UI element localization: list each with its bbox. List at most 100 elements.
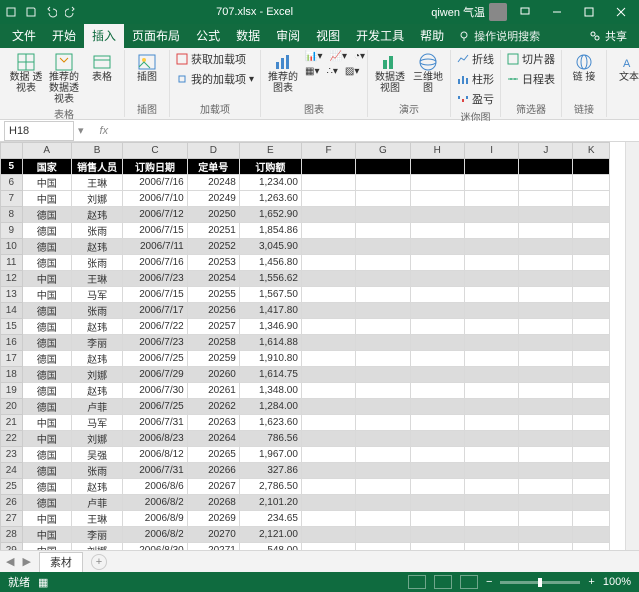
status-bar: 就绪 ▦ − + 100%	[0, 572, 639, 592]
svg-text:A: A	[623, 58, 631, 70]
formula-bar: H18 ▾ fx	[0, 120, 639, 142]
group-addins: 获取加载项 我的加载项 ▾ 加载项	[170, 50, 261, 117]
table-row[interactable]: 23德国吴强2006/8/12202651,967.00	[1, 447, 610, 463]
sparkline-column-button[interactable]: 柱形	[455, 70, 496, 88]
table-row[interactable]: 28中国李丽2006/8/2202702,121.00	[1, 527, 610, 543]
status-ready: 就绪	[8, 574, 30, 590]
menu-帮助[interactable]: 帮助	[412, 24, 452, 48]
view-normal-button[interactable]	[408, 575, 426, 589]
table-row[interactable]: 24德国张雨2006/7/3120266327.86	[1, 463, 610, 479]
zoom-level[interactable]: 100%	[603, 576, 631, 588]
table-row[interactable]: 20德国卢菲2006/7/25202621,284.00	[1, 399, 610, 415]
surface-chart-icon[interactable]: ▨▾	[343, 65, 361, 78]
menu-页面布局[interactable]: 页面布局	[124, 24, 188, 48]
table-row[interactable]: 8德国赵玮2006/7/12202501,652.90	[1, 207, 610, 223]
name-box-dropdown-icon[interactable]: ▾	[78, 124, 84, 137]
lightbulb-icon	[458, 30, 470, 42]
timeline-button[interactable]: 日程表	[505, 70, 557, 88]
table-row[interactable]: 17德国赵玮2006/7/25202591,910.80	[1, 351, 610, 367]
zoom-slider[interactable]	[500, 581, 580, 584]
table-row[interactable]: 9德国张雨2006/7/15202511,854.86	[1, 223, 610, 239]
table-row[interactable]: 26德国卢菲2006/8/2202682,101.20	[1, 495, 610, 511]
user-avatar[interactable]	[489, 3, 507, 21]
table-row[interactable]: 12中国王琳2006/7/23202541,556.62	[1, 271, 610, 287]
group-links: 链 接 链接	[562, 50, 607, 117]
vertical-scrollbar[interactable]	[625, 142, 639, 550]
ribbon-display-icon[interactable]	[511, 4, 539, 20]
undo-icon[interactable]	[44, 5, 58, 19]
sheet-tab-active[interactable]: 素材	[39, 552, 83, 572]
tab-nav-prev[interactable]: ◀	[6, 555, 14, 568]
window-title: 707.xlsx - Excel	[78, 6, 431, 18]
table-row[interactable]: 15德国赵玮2006/7/22202571,346.90	[1, 319, 610, 335]
link-button[interactable]: 链 接	[566, 50, 602, 83]
add-sheet-button[interactable]: +	[91, 554, 107, 570]
scatter-chart-icon[interactable]: ∴▾	[325, 65, 340, 78]
fx-icon[interactable]: fx	[100, 125, 109, 137]
save-icon[interactable]	[24, 5, 38, 19]
table-row[interactable]: 7中国刘娜2006/7/10202491,263.60	[1, 191, 610, 207]
autosave-icon[interactable]	[4, 5, 18, 19]
name-box[interactable]: H18	[4, 121, 74, 141]
menu-公式[interactable]: 公式	[188, 24, 228, 48]
group-charts: 推荐的 图表 📊▾📈▾◔▾ ▦▾∴▾▨▾ 图表	[261, 50, 368, 117]
hierarchy-chart-icon[interactable]: ▦▾	[303, 65, 321, 78]
line-chart-icon[interactable]: 📈▾	[328, 50, 349, 63]
table-row[interactable]: 14德国张雨2006/7/17202561,417.80	[1, 303, 610, 319]
recommended-pivot-button[interactable]: 推荐的 数据透视表	[46, 50, 82, 105]
close-button[interactable]	[607, 4, 635, 20]
pie-chart-icon[interactable]: ◔▾	[352, 50, 367, 63]
tab-nav-next[interactable]: ▶	[22, 555, 30, 568]
column-headers[interactable]: ABCDEFGHIJK	[1, 143, 610, 159]
minimize-button[interactable]	[543, 4, 571, 20]
redo-icon[interactable]	[64, 5, 78, 19]
table-button[interactable]: 表格	[84, 50, 120, 83]
table-row[interactable]: 19德国赵玮2006/7/30202611,348.00	[1, 383, 610, 399]
slicer-button[interactable]: 切片器	[505, 50, 557, 68]
menu-bar: 文件开始插入页面布局公式数据审阅视图开发工具帮助 操作说明搜索 共享	[0, 24, 639, 48]
zoom-out-button[interactable]: −	[486, 576, 492, 588]
menu-审阅[interactable]: 审阅	[268, 24, 308, 48]
my-addins-button[interactable]: 我的加载项 ▾	[174, 70, 256, 88]
table-row[interactable]: 10德国赵玮2006/7/11202523,045.90	[1, 239, 610, 255]
tell-me-search[interactable]: 操作说明搜索	[458, 28, 540, 44]
illustrations-button[interactable]: 插图	[129, 50, 165, 83]
group-illustrations: 插图 插图	[125, 50, 170, 117]
table-row[interactable]: 21中国马军2006/7/31202631,623.60	[1, 415, 610, 431]
macro-record-icon[interactable]: ▦	[38, 576, 48, 589]
table-row[interactable]: 25德国赵玮2006/8/6202672,786.50	[1, 479, 610, 495]
zoom-in-button[interactable]: +	[588, 576, 594, 588]
table-row[interactable]: 18德国刘娜2006/7/29202601,614.75	[1, 367, 610, 383]
pivot-table-button[interactable]: 数据 透视表	[8, 50, 44, 94]
share-button[interactable]: 共享	[581, 28, 635, 44]
view-layout-button[interactable]	[434, 575, 452, 589]
ribbon: 数据 透视表 推荐的 数据透视表 表格 表格 插图 插图 获取加载项 我的加载项…	[0, 48, 639, 120]
get-addins-button[interactable]: 获取加载项	[174, 50, 256, 68]
text-button[interactable]: A文本	[611, 50, 639, 83]
recommended-charts-button[interactable]: 推荐的 图表	[265, 50, 301, 94]
table-row[interactable]: 13中国马军2006/7/15202551,567.50	[1, 287, 610, 303]
sparkline-winloss-button[interactable]: 盈亏	[455, 90, 496, 108]
pivot-chart-button[interactable]: 数据透视图	[372, 50, 408, 94]
table-row[interactable]: 27中国王琳2006/8/920269234.65	[1, 511, 610, 527]
table-row[interactable]: 11德国张雨2006/7/16202531,456.80	[1, 255, 610, 271]
table-row[interactable]: 22中国刘娜2006/8/2320264786.56	[1, 431, 610, 447]
table-row[interactable]: 6中国王琳2006/7/16202481,234.00	[1, 175, 610, 191]
menu-文件[interactable]: 文件	[4, 24, 44, 48]
column-chart-icon[interactable]: 📊▾	[303, 50, 324, 63]
view-pagebreak-button[interactable]	[460, 575, 478, 589]
maximize-button[interactable]	[575, 4, 603, 20]
menu-数据[interactable]: 数据	[228, 24, 268, 48]
table-row[interactable]: 16德国李丽2006/7/23202581,614.88	[1, 335, 610, 351]
table-row[interactable]: 29中国刘娜2006/8/3020271548.00	[1, 543, 610, 551]
menu-视图[interactable]: 视图	[308, 24, 348, 48]
3d-map-button[interactable]: 三维地 图	[410, 50, 446, 94]
menu-开发工具[interactable]: 开发工具	[348, 24, 412, 48]
menu-插入[interactable]: 插入	[84, 24, 124, 48]
share-icon	[589, 30, 601, 42]
sparkline-line-button[interactable]: 折线	[455, 50, 496, 68]
menu-开始[interactable]: 开始	[44, 24, 84, 48]
table-row[interactable]: 5国家销售人员订购日期定单号订购额	[1, 159, 610, 175]
formula-input[interactable]	[114, 121, 639, 141]
spreadsheet-grid[interactable]: ABCDEFGHIJK 5国家销售人员订购日期定单号订购额6中国王琳2006/7…	[0, 142, 639, 550]
